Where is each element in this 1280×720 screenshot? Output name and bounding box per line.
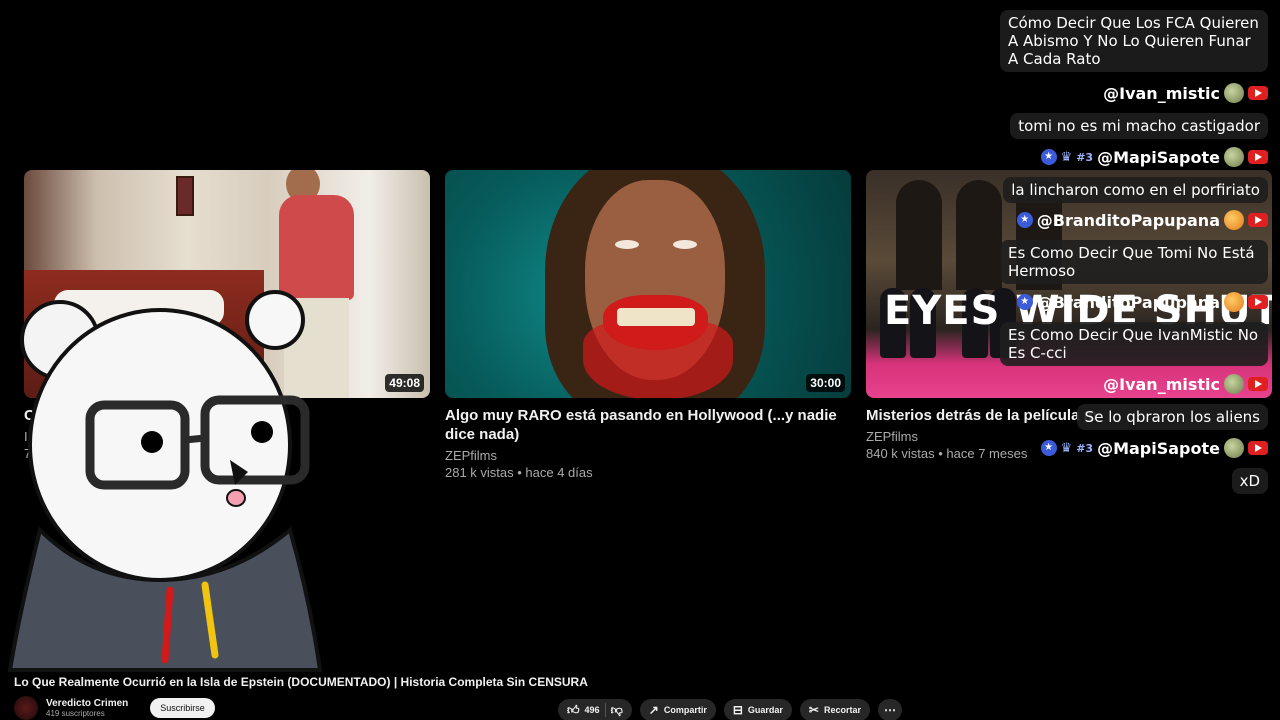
chat-message: la lincharon como en el porfiriato [1003, 177, 1268, 203]
chat-message: Se lo qbraron los aliens [1076, 404, 1268, 430]
author-avatar-icon [1224, 374, 1244, 394]
left-eye [615, 240, 639, 249]
like-count[interactable]: 496 [585, 705, 600, 715]
save-icon: ⊟ [732, 703, 743, 717]
video-page-title: Lo Que Realmente Ocurrió en la Isla de E… [14, 675, 588, 689]
share-label: Compartir [663, 705, 707, 715]
thumbs-up-icon[interactable]: 👍︎ [567, 703, 580, 718]
chat-message: tomi no es mi macho castigador [1010, 113, 1268, 139]
channel-row: Veredicto Crimen 419 suscriptores Suscri… [14, 696, 215, 720]
chat-author-row: ★ ♛ #3 @MapiSapote [1040, 147, 1268, 167]
wall-frame [176, 176, 194, 216]
video-thumbnail[interactable]: 30:00 [445, 170, 851, 398]
crown-icon: ♛ [1060, 440, 1073, 456]
save-label: Guardar [747, 705, 783, 715]
author-avatar-icon [1224, 438, 1244, 458]
youtube-icon [1248, 441, 1268, 455]
chat-author: @MapiSapote [1097, 147, 1220, 167]
chat-author: @MapiSapote [1097, 438, 1220, 458]
star-badge-icon: ★ [1016, 212, 1033, 228]
author-avatar-icon [1224, 292, 1244, 312]
more-actions-button[interactable]: ⋯ [878, 699, 902, 720]
video-meta: 281 k vistas • hace 4 días [445, 465, 593, 480]
teeth [617, 308, 695, 326]
youtube-icon [1248, 213, 1268, 227]
youtube-icon [1248, 86, 1268, 100]
share-button[interactable]: ↗ Compartir [639, 699, 716, 720]
chat-message: Es Como Decir Que IvanMistic No Es C-cci [1000, 322, 1268, 366]
more-icon: ⋯ [884, 703, 896, 717]
bear-mascot-image [7, 290, 323, 672]
chat-author: @Ivan_mistic [1103, 83, 1220, 103]
thumbs-down-icon[interactable]: 👎︎ [611, 703, 623, 718]
channel-name[interactable]: ZEPfilms [445, 448, 851, 463]
chat-author: @BranditoPapupana [1036, 210, 1220, 230]
subscriber-count: 419 suscriptores [46, 709, 105, 718]
rank-badge: #3 [1076, 441, 1094, 455]
chat-message: Es Como Decir Que Tomi No Está Hermoso [1000, 240, 1268, 284]
arch [896, 180, 942, 290]
video-duration: 49:08 [385, 374, 424, 392]
chat-author-row: ★ @BranditoPapupana [1016, 210, 1268, 230]
scissors-icon: ✂ [808, 703, 819, 717]
divider [604, 703, 606, 717]
arch [956, 180, 1002, 290]
clip-label: Recortar [823, 705, 861, 715]
chat-author-row: ★ ♛ #3 @MapiSapote [1040, 438, 1268, 458]
action-bar: 👍︎ 496 👎︎ ↗ Compartir ⊟ Guardar ✂ Recort… [558, 699, 902, 720]
youtube-icon [1248, 377, 1268, 391]
star-badge-icon: ★ [1016, 294, 1033, 310]
star-badge-icon: ★ [1040, 149, 1057, 165]
subscribe-button[interactable]: Suscribirse [150, 698, 215, 718]
save-button[interactable]: ⊟ Guardar [723, 699, 792, 720]
chat-message: xD [1231, 468, 1268, 494]
chat-author-row: @Ivan_mistic [1103, 374, 1268, 394]
video-duration: 30:00 [806, 374, 845, 392]
chat-author-row: @Ivan_mistic [1103, 83, 1268, 103]
author-avatar-icon [1224, 210, 1244, 230]
video-title[interactable]: Algo muy RARO está pasando en Hollywood … [445, 406, 851, 444]
youtube-icon [1248, 150, 1268, 164]
author-avatar-icon [1224, 83, 1244, 103]
channel-name[interactable]: Veredicto Crimen [46, 698, 128, 709]
chat-author: @Ivan_mistic [1103, 374, 1220, 394]
youtube-icon [1248, 295, 1268, 309]
chat-author: @BranditoPapupana [1036, 292, 1220, 312]
like-dislike-group: 👍︎ 496 👎︎ [558, 699, 632, 720]
share-icon: ↗ [648, 703, 659, 717]
author-avatar-icon [1224, 147, 1244, 167]
clip-button[interactable]: ✂ Recortar [799, 699, 870, 720]
star-badge-icon: ★ [1040, 440, 1057, 456]
chat-author-row: ★ @BranditoPapupana [1016, 292, 1268, 312]
chat-message: Cómo Decir Que Los FCA Quieren A Abismo … [1000, 10, 1268, 72]
channel-info: Veredicto Crimen 419 suscriptores [46, 698, 128, 718]
right-eye [673, 240, 697, 249]
crown-icon: ♛ [1060, 149, 1073, 165]
recommendation-card-2[interactable]: 30:00 Algo muy RARO está pasando en Holl… [445, 170, 851, 480]
channel-avatar[interactable] [14, 696, 38, 720]
rank-badge: #3 [1076, 150, 1094, 164]
